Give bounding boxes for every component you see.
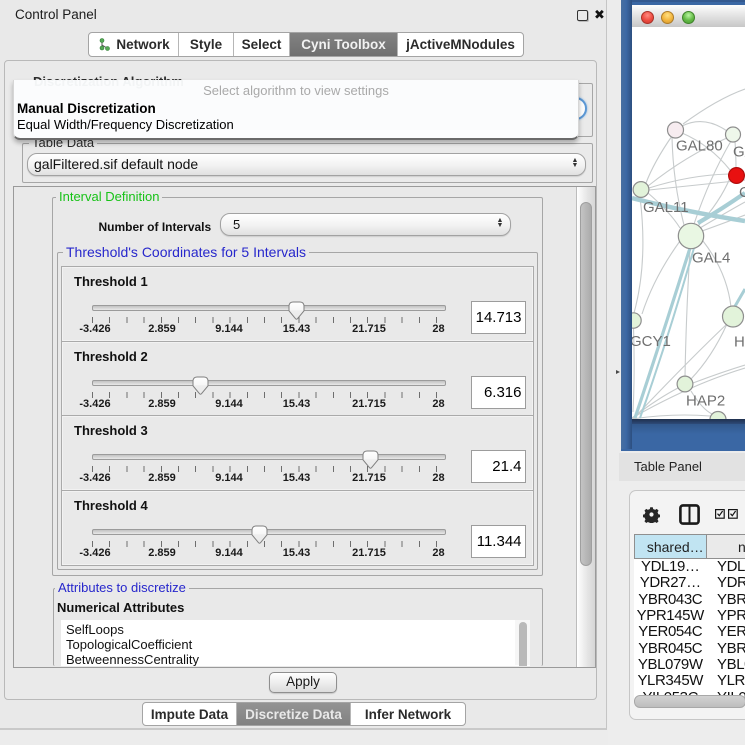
svg-text:HAP2: HAP2 — [686, 393, 725, 410]
svg-text:GAL4: GAL4 — [692, 250, 730, 267]
svg-text:GA: GA — [733, 144, 745, 161]
svg-text:GCY1: GCY1 — [632, 333, 671, 350]
svg-text:GAL11: GAL11 — [643, 199, 689, 216]
svg-text:HA: HA — [734, 334, 745, 351]
svg-text:CY: CY — [739, 184, 745, 201]
svg-text:GAL80: GAL80 — [676, 138, 723, 155]
